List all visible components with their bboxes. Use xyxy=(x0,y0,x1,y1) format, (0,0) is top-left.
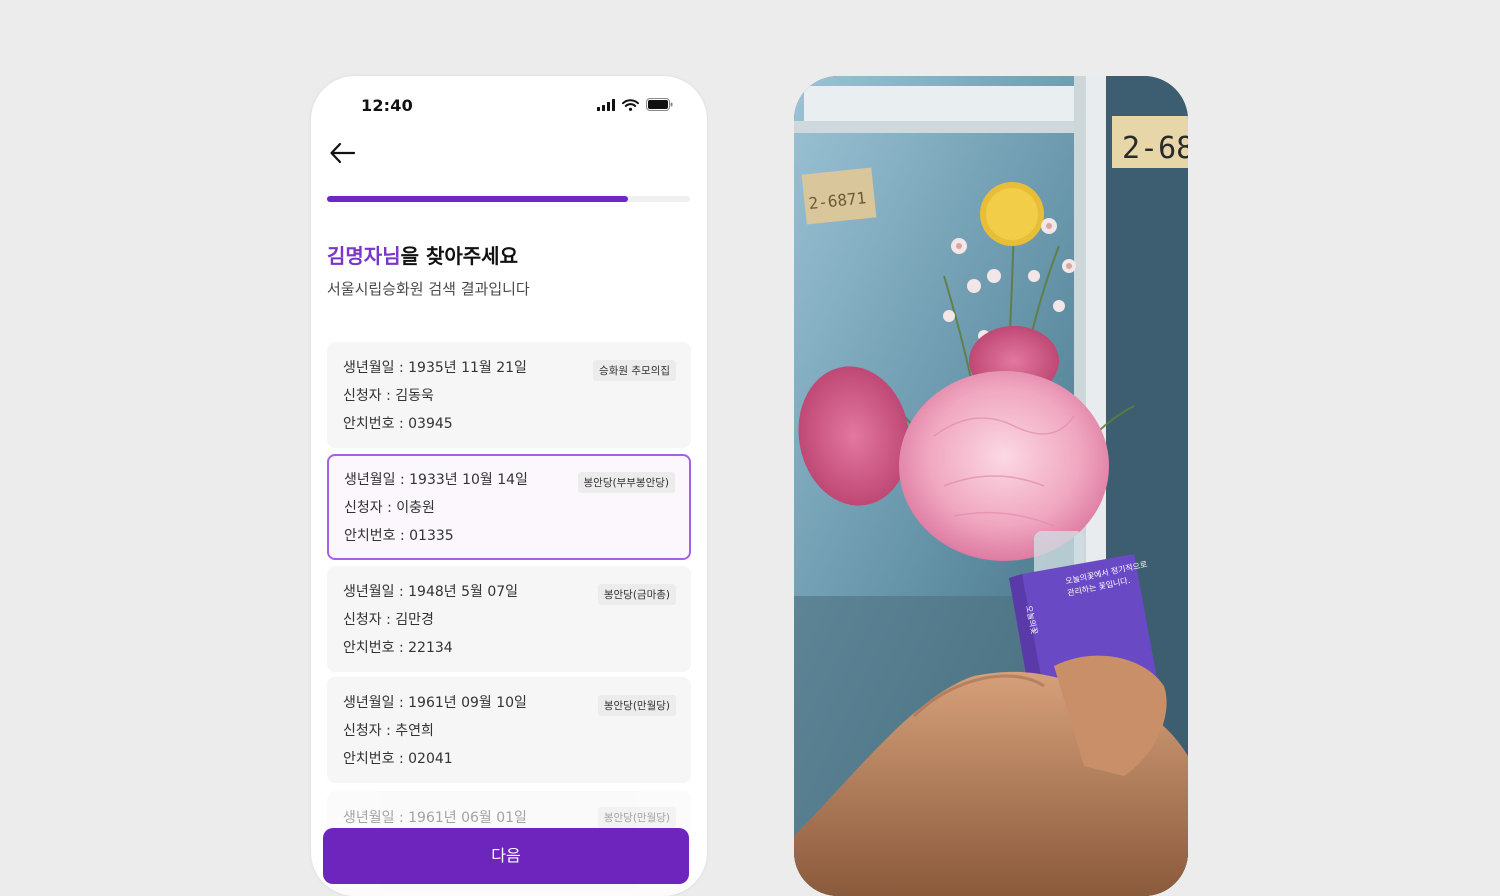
signal-icon xyxy=(597,98,615,111)
result-card[interactable]: 생년월일 : 1948년 5월 07일 신청자 : 김만경 안치번호 : 221… xyxy=(327,566,691,672)
birth-date: 생년월일 : 1935년 11월 21일 xyxy=(343,360,527,376)
applicant: 신청자 : 이충원 xyxy=(344,500,435,516)
result-card[interactable]: 생년월일 : 1961년 09월 10일 신청자 : 추연희 안치번호 : 02… xyxy=(327,677,691,783)
niche-label-front: 2-687 xyxy=(1122,131,1188,166)
progress-bar xyxy=(327,196,690,202)
birth-date: 생년월일 : 1961년 06월 01일 xyxy=(343,810,527,826)
birth-date: 생년월일 : 1948년 5월 07일 xyxy=(343,584,519,600)
location-badge: 봉안당(만월당) xyxy=(597,807,676,828)
location-badge: 봉안당(금마총) xyxy=(597,584,676,605)
back-arrow-icon xyxy=(330,142,356,164)
niche-number: 안치번호 : 02041 xyxy=(343,751,453,767)
title-text: 을 찾아주세요 xyxy=(400,244,518,268)
result-card-selected[interactable]: 생년월일 : 1933년 10월 14일 신청자 : 이충원 안치번호 : 01… xyxy=(327,454,691,560)
applicant: 신청자 : 김동욱 xyxy=(343,388,434,404)
location-badge: 봉안당(만월당) xyxy=(597,695,676,716)
niche-number: 안치번호 : 22134 xyxy=(343,640,453,656)
battery-icon xyxy=(646,98,673,111)
back-button[interactable] xyxy=(328,138,358,168)
status-icons xyxy=(597,98,673,111)
birth-date: 생년월일 : 1961년 09월 10일 xyxy=(343,695,527,711)
niche-number: 안치번호 : 03945 xyxy=(343,416,453,432)
birth-date: 생년월일 : 1933년 10월 14일 xyxy=(344,472,528,488)
wifi-icon xyxy=(622,98,639,111)
status-time: 12:40 xyxy=(361,96,413,115)
applicant: 신청자 : 김만경 xyxy=(343,612,434,628)
progress-fill xyxy=(327,196,629,202)
location-badge: 승화원 추모의집 xyxy=(593,360,676,381)
page-title: 김명자님을 찾아주세요 xyxy=(327,240,518,269)
niche-number: 안치번호 : 01335 xyxy=(344,528,454,544)
title-name: 김명자님 xyxy=(327,244,401,268)
location-badge: 봉안당(부부봉안당) xyxy=(577,472,675,493)
page-subtitle: 서울시립승화원 검색 결과입니다 xyxy=(327,280,530,298)
photo-illustration: 2-687 2-6871 오늘의꽃에 xyxy=(794,76,1188,896)
flower-photo: 2-687 2-6871 오늘의꽃에 xyxy=(794,76,1188,896)
result-card[interactable]: 생년월일 : 1935년 11월 21일 신청자 : 김동욱 안치번호 : 03… xyxy=(327,342,691,448)
phone-screen: 12:40 김명자님을 찾아주세요 서울시립승화원 검색 결과입니다 생년월일 … xyxy=(311,76,707,896)
applicant: 신청자 : 추연희 xyxy=(343,723,434,739)
